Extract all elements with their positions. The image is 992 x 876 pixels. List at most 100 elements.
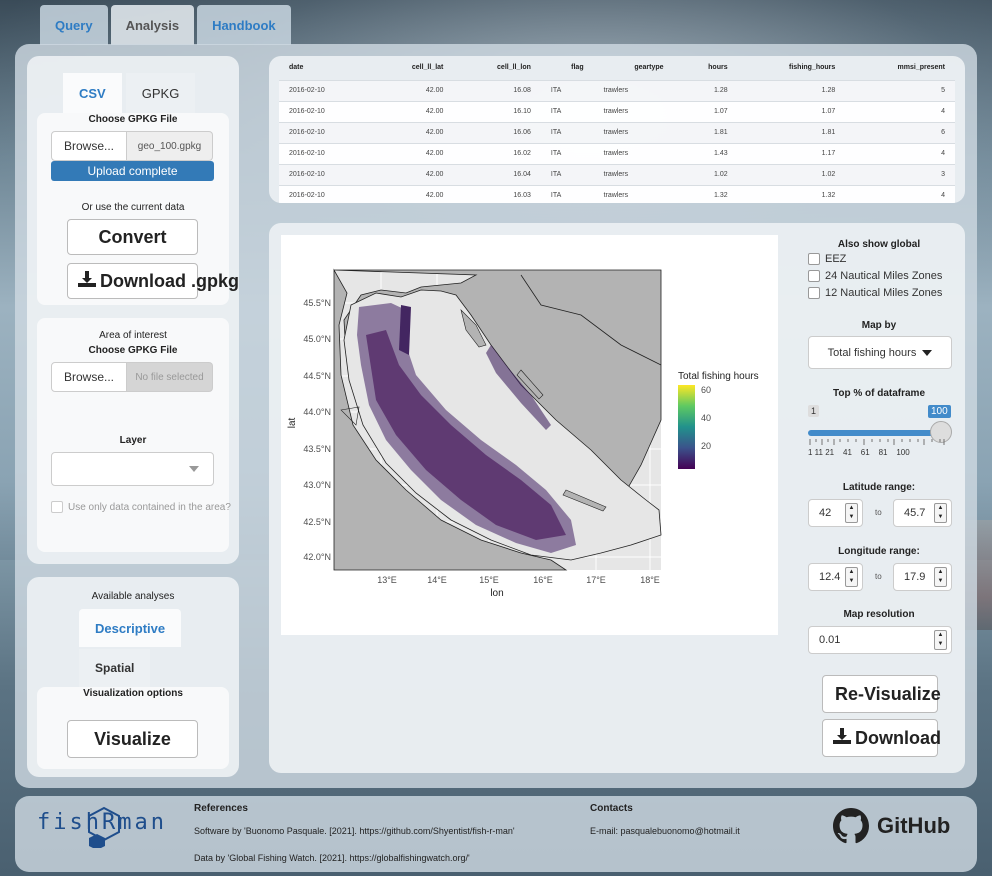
stepper-icon[interactable]: ▲ ▼ bbox=[845, 503, 858, 523]
stepper-icon[interactable]: ▲ ▼ bbox=[934, 567, 947, 587]
table-cell: 1.32 bbox=[737, 184, 846, 203]
table-header-cell-ll-lat[interactable]: cell_ll_lat bbox=[370, 56, 454, 80]
table-cell: 1.43 bbox=[673, 142, 738, 164]
file-name-field: geo_100.gpkg bbox=[127, 131, 213, 161]
data-table-card: date cell_ll_lat cell_ll_lon flag geartype ho… bbox=[269, 56, 965, 203]
download-gpkg-button[interactable]: Download .gpkg bbox=[67, 263, 239, 299]
table-cell: 1.07 bbox=[673, 100, 738, 122]
visualize-label: Visualize bbox=[94, 728, 171, 749]
layer-label: Layer bbox=[119, 435, 147, 446]
github-label: GitHub bbox=[877, 813, 951, 838]
table-cell: 1.17 bbox=[737, 142, 846, 164]
overlay-24nm-checkbox[interactable] bbox=[808, 270, 820, 282]
table-cell: 16.10 bbox=[453, 100, 541, 122]
map-by-select[interactable]: Total fishing hours bbox=[808, 336, 952, 369]
table-cell: ITA bbox=[540, 79, 594, 101]
convert-label: Convert bbox=[98, 226, 167, 247]
map-card: 42.0°N 42.5°N 43.0°N 43.5°N 44.0°N 44.5°… bbox=[269, 223, 965, 773]
only-area-checkbox-row[interactable]: Use only data contained in the area? bbox=[51, 501, 231, 513]
main-tabs: Query Analysis Handbook bbox=[40, 5, 291, 45]
stepper-icon[interactable]: ▲ ▼ bbox=[934, 630, 947, 650]
convert-button[interactable]: Convert bbox=[67, 219, 198, 255]
tab-query[interactable]: Query bbox=[40, 5, 108, 45]
overlay-12nm-row[interactable]: 12 Nautical Miles Zones bbox=[808, 287, 942, 299]
y-tick-label: 45.0°N bbox=[303, 334, 331, 344]
legend-colorbar bbox=[678, 385, 695, 469]
table-header-cell-ll-lon[interactable]: cell_ll_lon bbox=[453, 56, 541, 80]
tab-gpkg[interactable]: GPKG bbox=[125, 73, 196, 113]
x-axis-label: lon bbox=[490, 588, 503, 599]
slider-track[interactable] bbox=[808, 430, 942, 436]
tab-descriptive[interactable]: Descriptive bbox=[79, 609, 182, 647]
overlay-eez-row[interactable]: EEZ bbox=[808, 253, 846, 265]
table-header-fishing-hours[interactable]: fishing_hours bbox=[738, 56, 846, 80]
longitude-from-input[interactable]: 12.4 ▲ ▼ bbox=[808, 563, 863, 591]
table-cell: trawlers bbox=[593, 142, 674, 164]
map-resolution-input[interactable]: 0.01 ▲ ▼ bbox=[808, 626, 952, 654]
choose-file-label: Choose GPKG File bbox=[88, 114, 178, 125]
table-cell: 1.07 bbox=[737, 100, 846, 122]
x-tick-label: 17°E bbox=[586, 575, 606, 585]
latitude-to-input[interactable]: 45.7 ▲ ▼ bbox=[893, 499, 952, 527]
table-row: 2016-02-10 42.00 16.04 ITA trawlers 1.02 1.02 3 bbox=[279, 163, 955, 185]
tab-handbook[interactable]: Handbook bbox=[197, 5, 291, 45]
table-cell: 1.02 bbox=[737, 163, 846, 185]
github-link[interactable]: GitHub bbox=[833, 808, 950, 844]
stepper-icon[interactable]: ▲ ▼ bbox=[934, 503, 947, 523]
area-of-interest-box: Area of interest Choose GPKG File Browse… bbox=[37, 318, 231, 552]
table-header-flag[interactable]: flag bbox=[541, 56, 594, 80]
download-icon bbox=[78, 270, 96, 292]
stepper-icon[interactable]: ▲ ▼ bbox=[845, 567, 858, 587]
overlay-24nm-row[interactable]: 24 Nautical Miles Zones bbox=[808, 270, 942, 282]
table-header-date[interactable]: date bbox=[279, 56, 370, 80]
legend-tick-label: 60 bbox=[701, 385, 711, 395]
top-pct-label: Top % of dataframe bbox=[832, 388, 926, 399]
table-header-mmsi-present[interactable]: mmsi_present bbox=[845, 56, 955, 80]
available-analyses-label: Available analyses bbox=[91, 591, 175, 602]
table-cell: trawlers bbox=[593, 121, 674, 143]
y-tick-label: 43.0°N bbox=[303, 480, 331, 490]
contacts-title: Contacts bbox=[590, 803, 633, 814]
table-row: 2016-02-10 42.00 16.02 ITA trawlers 1.43 1.17 4 bbox=[279, 142, 955, 164]
slider-max-badge: 100 bbox=[928, 405, 951, 418]
revisualize-button[interactable]: Re-Visualize bbox=[822, 675, 941, 713]
aoi-file-field: No file selected bbox=[127, 362, 213, 392]
visualize-button[interactable]: Visualize bbox=[67, 720, 198, 758]
table-cell: 1.02 bbox=[673, 163, 738, 185]
browse-button[interactable]: Browse... bbox=[51, 131, 127, 161]
table-cell: 5 bbox=[845, 79, 955, 101]
layer-select[interactable] bbox=[51, 452, 214, 486]
tab-spatial[interactable]: Spatial bbox=[79, 649, 151, 687]
table-row: 2016-02-10 42.00 16.10 ITA trawlers 1.07 1.07 4 bbox=[279, 100, 955, 122]
tab-csv[interactable]: CSV bbox=[63, 73, 122, 113]
chevron-down-icon bbox=[922, 349, 933, 356]
table-cell: 1.28 bbox=[737, 79, 846, 101]
longitude-to-input[interactable]: 17.9 ▲ ▼ bbox=[893, 563, 952, 591]
overlay-eez-checkbox[interactable] bbox=[808, 253, 820, 265]
contact-email[interactable]: E-mail: pasqualebuonomo@hotmail.it bbox=[590, 825, 740, 838]
map-resolution-value: 0.01 bbox=[819, 634, 841, 646]
table-cell: 16.02 bbox=[453, 142, 541, 164]
table-header-geartype[interactable]: geartype bbox=[594, 56, 674, 80]
latitude-from-input[interactable]: 42 ▲ ▼ bbox=[808, 499, 863, 527]
table-cell: 42.00 bbox=[369, 100, 454, 122]
chevron-down-icon bbox=[189, 466, 199, 472]
map-download-button[interactable]: Download bbox=[822, 719, 941, 757]
longitude-range-label: Longitude range: bbox=[838, 546, 920, 557]
y-tick-label: 42.0°N bbox=[303, 552, 331, 562]
y-tick-label: 44.0°N bbox=[303, 407, 331, 417]
format-tabs: CSV GPKG bbox=[63, 73, 196, 113]
map-download-label: Download bbox=[855, 727, 941, 748]
reference-software: Software by 'Buonomo Pasquale. [2021]. h… bbox=[194, 826, 515, 836]
table-cell: 1.81 bbox=[673, 121, 738, 143]
github-icon bbox=[833, 808, 869, 844]
longitude-to-value: 17.9 bbox=[904, 571, 926, 583]
references-title: References bbox=[194, 803, 248, 814]
aoi-browse-button[interactable]: Browse... bbox=[51, 362, 127, 392]
table-header-hours[interactable]: hours bbox=[674, 56, 738, 80]
overlay-12nm-checkbox[interactable] bbox=[808, 287, 820, 299]
tab-analysis[interactable]: Analysis bbox=[110, 5, 195, 45]
only-area-checkbox[interactable] bbox=[51, 501, 63, 513]
table-cell: 42.00 bbox=[369, 79, 454, 101]
table-cell: 2016-02-10 bbox=[279, 79, 370, 101]
